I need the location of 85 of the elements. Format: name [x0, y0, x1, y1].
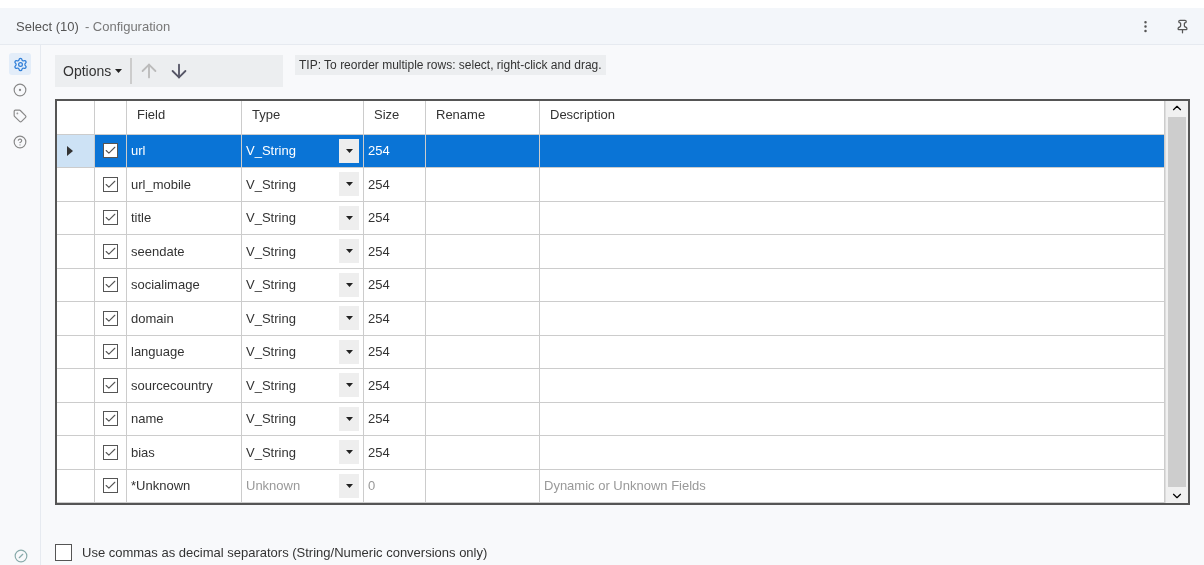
- type-value: V_String: [246, 176, 296, 192]
- table-cell: Dynamic or Unknown Fields: [540, 469, 1165, 503]
- type-value: V_String: [246, 310, 296, 326]
- caret-icon: [345, 349, 353, 354]
- type-value: V_String: [246, 143, 296, 159]
- column-header[interactable]: Description: [540, 101, 1165, 135]
- table-cell: name: [127, 402, 242, 436]
- table-cell: 254: [364, 134, 426, 168]
- row-indicator[interactable]: [57, 134, 95, 168]
- table-cell: seendate: [127, 235, 242, 269]
- header-cell: [57, 101, 95, 135]
- table-cell: title: [127, 201, 242, 235]
- panel-subtitle: - Configuration: [84, 18, 172, 34]
- table-cell: socialimage: [127, 268, 242, 302]
- dropdown-button[interactable]: [339, 339, 359, 364]
- table-cell: 254: [364, 436, 426, 470]
- dropdown-button[interactable]: [339, 172, 359, 197]
- table-cell: *Unknown: [127, 469, 242, 503]
- caret-icon: [345, 215, 353, 220]
- table-cell: 254: [364, 402, 426, 436]
- tip-text: TIP: To reorder multiple rows: select, right-click and drag.: [295, 55, 606, 75]
- caret-icon: [345, 316, 353, 321]
- type-value: V_String: [246, 243, 296, 259]
- table-cell: url: [127, 134, 242, 168]
- checkbox[interactable]: [103, 210, 118, 226]
- dropdown-button[interactable]: [339, 205, 359, 230]
- checkbox[interactable]: [103, 310, 118, 326]
- current-row-icon: [67, 145, 73, 156]
- dropdown-button[interactable]: [339, 272, 359, 297]
- checkbox[interactable]: [103, 176, 118, 192]
- caret-icon: [345, 483, 353, 488]
- table-cell: 254: [364, 168, 426, 202]
- caret-icon: [345, 416, 353, 421]
- table-cell: 254: [364, 335, 426, 369]
- type-value: V_String: [246, 210, 296, 226]
- type-value: Unknown: [246, 478, 301, 494]
- column-header[interactable]: Size: [364, 101, 426, 135]
- caret-icon: [345, 450, 353, 455]
- dropdown-button[interactable]: [339, 306, 359, 331]
- option-label: Use commas as decimal separators (String/Numeric conversions only): [82, 545, 488, 560]
- column-header[interactable]: Field: [127, 101, 242, 135]
- caret-icon: [345, 249, 353, 254]
- checkbox[interactable]: [103, 243, 118, 259]
- dropdown-button[interactable]: [339, 473, 359, 498]
- type-value: V_String: [246, 411, 296, 427]
- tool-title: Select (10): [16, 18, 79, 34]
- checkbox[interactable]: [103, 344, 118, 360]
- table-cell: bias: [127, 436, 242, 470]
- caret-icon: [345, 282, 353, 287]
- table-cell: url_mobile: [127, 168, 242, 202]
- checkbox[interactable]: [103, 377, 118, 393]
- dropdown-button[interactable]: [339, 440, 359, 465]
- checkbox[interactable]: [103, 444, 118, 460]
- table-cell: domain: [127, 302, 242, 336]
- scrollbar[interactable]: [1165, 101, 1188, 503]
- caret-icon: [345, 182, 353, 187]
- caret-icon: [115, 69, 123, 73]
- type-value: V_String: [246, 377, 296, 393]
- table-cell: 254: [364, 201, 426, 235]
- type-value: V_String: [246, 444, 296, 460]
- pin-icon[interactable]: [1175, 18, 1190, 34]
- type-value: V_String: [246, 277, 296, 293]
- dropdown-button[interactable]: [339, 138, 359, 163]
- checkbox[interactable]: [103, 411, 118, 427]
- table-cell: sourcecountry: [127, 369, 242, 403]
- options-button[interactable]: Options: [59, 61, 127, 81]
- column-header[interactable]: Type: [242, 101, 364, 135]
- checkbox[interactable]: [103, 478, 118, 494]
- settings-icon[interactable]: [9, 53, 31, 75]
- table-cell: language: [127, 335, 242, 369]
- dropdown-button[interactable]: [339, 239, 359, 264]
- type-value: V_String: [246, 344, 296, 360]
- checkbox[interactable]: [103, 277, 118, 293]
- table-cell: 254: [364, 235, 426, 269]
- caret-icon: [345, 148, 353, 153]
- caret-icon: [345, 383, 353, 388]
- table-cell: 254: [364, 369, 426, 403]
- table-cell: 254: [364, 302, 426, 336]
- checkbox[interactable]: [55, 544, 72, 561]
- table-cell: 0: [364, 469, 426, 503]
- dropdown-button[interactable]: [339, 406, 359, 431]
- column-header[interactable]: Rename: [426, 101, 540, 135]
- checkbox[interactable]: [103, 143, 118, 159]
- table-cell: 254: [364, 268, 426, 302]
- dropdown-button[interactable]: [339, 373, 359, 398]
